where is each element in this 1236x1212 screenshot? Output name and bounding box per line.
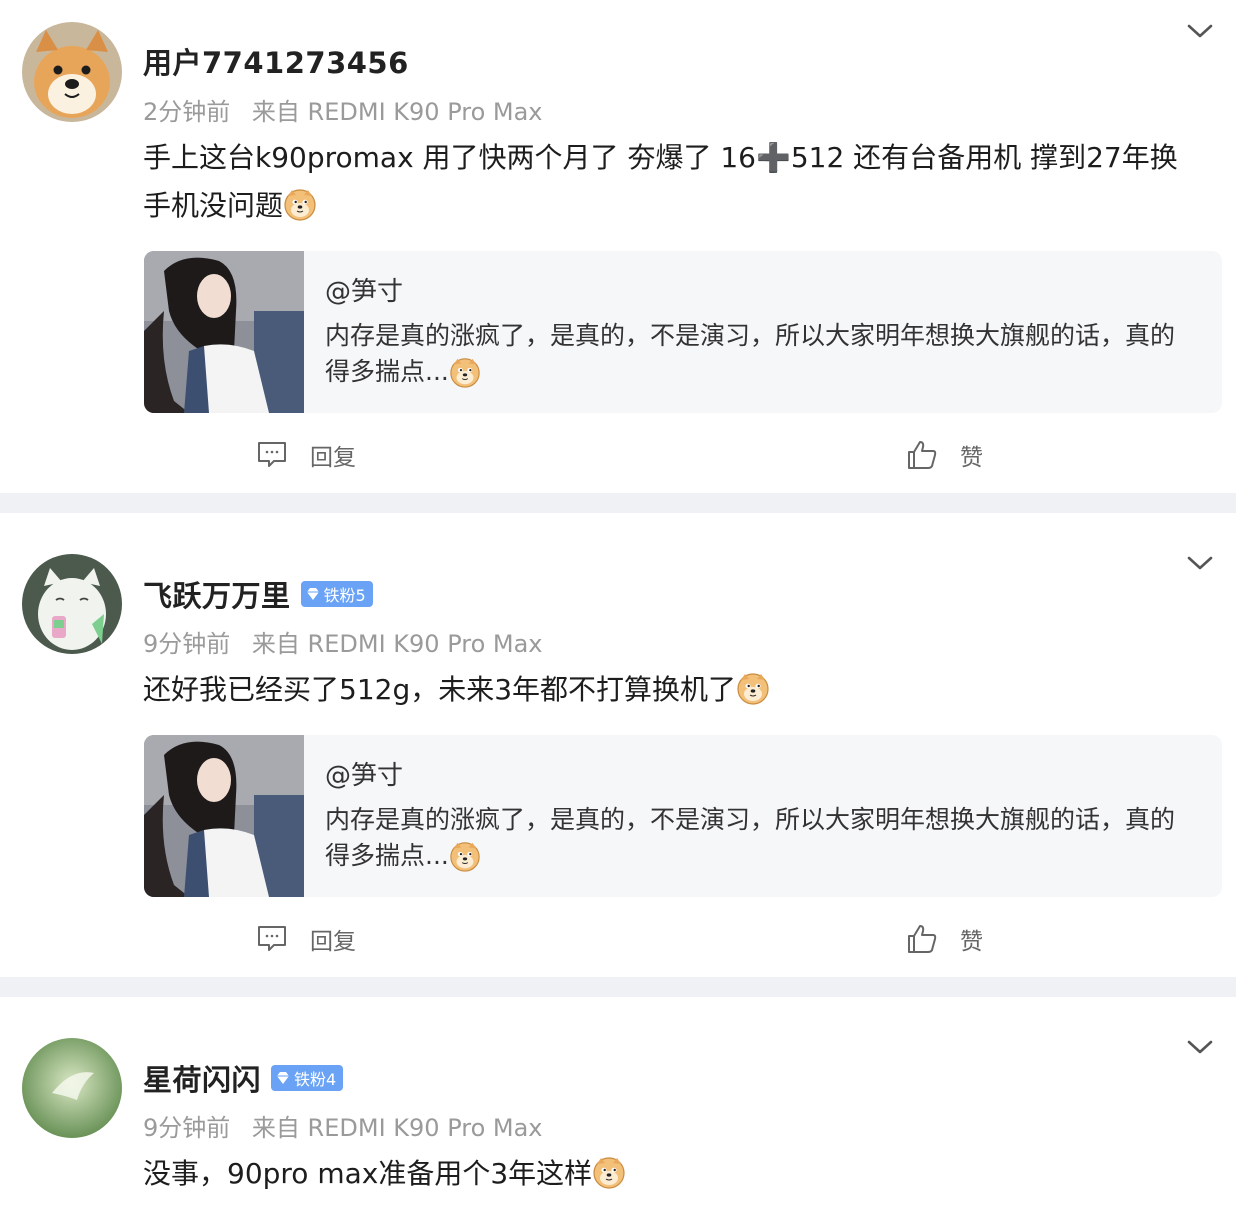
like-button[interactable]: 赞 bbox=[906, 922, 983, 956]
fan-badge-label: 铁粉4 bbox=[294, 1070, 337, 1089]
comment-card: 用户7741273456 2分钟前 来自 REDMI K90 Pro Max 手… bbox=[0, 0, 1236, 493]
username-row: 星荷闪闪 铁粉4 bbox=[143, 1057, 344, 1099]
username[interactable]: 星荷闪闪 bbox=[143, 1057, 261, 1099]
chevron-down-icon[interactable] bbox=[1186, 554, 1214, 572]
comment-card: 飞跃万万里 铁粉5 9分钟前 来自 REDMI K90 Pro Max 还好我已… bbox=[0, 513, 1236, 977]
comment-body: 还好我已经买了512g，未来3年都不打算换机了 bbox=[143, 673, 737, 706]
reply-label: 回复 bbox=[310, 929, 356, 955]
doge-emoji-icon bbox=[449, 356, 481, 388]
timestamp: 9分钟前 bbox=[143, 630, 231, 658]
fan-badge-label: 铁粉5 bbox=[323, 586, 366, 605]
diamond-icon bbox=[276, 1071, 290, 1085]
comment-body: 没事，90pro max准备用个3年这样 bbox=[143, 1157, 593, 1190]
quoted-author[interactable]: @笋寸 bbox=[325, 755, 403, 792]
comment-card: 星荷闪闪 铁粉4 9分钟前 来自 REDMI K90 Pro Max 没事，90… bbox=[0, 997, 1236, 1212]
like-label: 赞 bbox=[960, 445, 983, 471]
comment-meta: 2分钟前 来自 REDMI K90 Pro Max bbox=[143, 92, 557, 127]
divider bbox=[0, 493, 1236, 513]
chevron-down-icon[interactable] bbox=[1186, 22, 1214, 40]
reply-button[interactable]: 回复 bbox=[256, 922, 356, 956]
diamond-icon bbox=[306, 587, 320, 601]
username[interactable]: 飞跃万万里 bbox=[143, 573, 291, 615]
timestamp: 9分钟前 bbox=[143, 1114, 231, 1142]
quoted-author[interactable]: @笋寸 bbox=[325, 271, 403, 308]
chevron-down-icon[interactable] bbox=[1186, 1038, 1214, 1056]
quoted-post-thumbnail bbox=[144, 251, 304, 413]
fan-badge[interactable]: 铁粉5 bbox=[300, 581, 373, 607]
like-button[interactable]: 赞 bbox=[906, 438, 983, 472]
thumbs-up-icon bbox=[906, 439, 938, 471]
avatar[interactable] bbox=[22, 554, 122, 654]
quoted-text: 内存是真的涨疯了，是真的，不是演习，所以大家明年想换大旗舰的话，真的得多揣点..… bbox=[325, 321, 1176, 388]
username-row: 用户7741273456 bbox=[143, 40, 409, 82]
comment-meta: 9分钟前 来自 REDMI K90 Pro Max bbox=[143, 624, 557, 659]
thumbs-up-icon bbox=[906, 923, 938, 955]
reply-label: 回复 bbox=[310, 445, 356, 471]
username[interactable]: 用户7741273456 bbox=[143, 40, 409, 82]
doge-emoji-icon bbox=[736, 671, 770, 705]
reply-button[interactable]: 回复 bbox=[256, 438, 356, 472]
quoted-post[interactable]: @笋寸 内存是真的涨疯了，是真的，不是演习，所以大家明年想换大旗舰的话，真的得多… bbox=[144, 735, 1222, 897]
username-row: 飞跃万万里 铁粉5 bbox=[143, 573, 373, 615]
quoted-text: 内存是真的涨疯了，是真的，不是演习，所以大家明年想换大旗舰的话，真的得多揣点..… bbox=[325, 805, 1176, 872]
doge-emoji-icon bbox=[592, 1155, 626, 1189]
fan-badge[interactable]: 铁粉4 bbox=[271, 1065, 344, 1091]
timestamp: 2分钟前 bbox=[143, 98, 231, 126]
source-device: 来自 REDMI K90 Pro Max bbox=[251, 98, 543, 126]
comment-text: 没事，90pro max准备用个3年这样 bbox=[143, 1150, 1183, 1198]
divider bbox=[0, 977, 1236, 997]
like-label: 赞 bbox=[960, 929, 983, 955]
avatar[interactable] bbox=[22, 22, 122, 122]
comment-icon bbox=[256, 439, 288, 471]
comment-text: 手上这台k90promax 用了快两个月了 夯爆了 16➕512 还有台备用机 … bbox=[143, 134, 1183, 230]
quoted-post[interactable]: @笋寸 内存是真的涨疯了，是真的，不是演习，所以大家明年想换大旗舰的话，真的得多… bbox=[144, 251, 1222, 413]
quoted-post-thumbnail bbox=[144, 735, 304, 897]
comment-meta: 9分钟前 来自 REDMI K90 Pro Max bbox=[143, 1108, 557, 1143]
doge-emoji-icon bbox=[449, 840, 481, 872]
source-device: 来自 REDMI K90 Pro Max bbox=[251, 1114, 543, 1142]
comment-text: 还好我已经买了512g，未来3年都不打算换机了 bbox=[143, 666, 1183, 714]
avatar[interactable] bbox=[22, 1038, 122, 1138]
source-device: 来自 REDMI K90 Pro Max bbox=[251, 630, 543, 658]
comment-icon bbox=[256, 923, 288, 955]
doge-emoji-icon bbox=[283, 187, 317, 221]
